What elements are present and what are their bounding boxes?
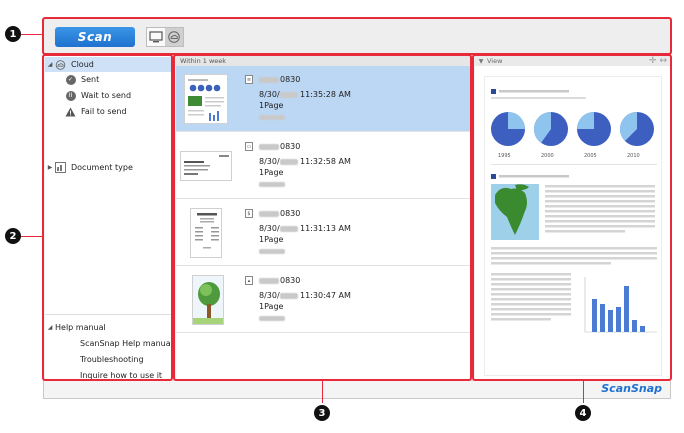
- warning-icon: [65, 107, 76, 117]
- document-thumbnail: [184, 74, 228, 124]
- tree-item-document-type[interactable]: ▶ Document type: [45, 160, 174, 175]
- item-name-suffix: 0830: [280, 75, 301, 84]
- item-page-count: 1Page: [259, 101, 284, 110]
- collapse-arrow-icon[interactable]: ◢: [45, 61, 55, 68]
- callout-leader: [322, 381, 323, 403]
- item-date-prefix: 8/30/: [259, 157, 280, 166]
- help-link-label[interactable]: Inquire how to use it: [80, 371, 162, 380]
- content-list-item[interactable]: $ 0830 8/30/ 11:31:13 AM 1Page: [176, 200, 473, 266]
- tree-item-label: Cloud: [71, 60, 94, 69]
- document-type-icon: [55, 162, 66, 173]
- scan-button[interactable]: Scan: [55, 27, 135, 47]
- redacted-year: [280, 226, 298, 232]
- toolbar: Scan: [44, 19, 670, 55]
- redacted-name: [259, 211, 279, 217]
- help-manual-title: Help manual: [55, 323, 106, 332]
- content-list-item[interactable]: ≡ 0830 8/30/ 11:35:28 AM 1Page: [176, 66, 473, 132]
- help-link-troubleshooting[interactable]: Troubleshooting: [45, 352, 174, 367]
- content-list-item[interactable]: ▴ 0830 8/30/ 11:30:47 AM 1Page: [176, 267, 473, 333]
- collapse-arrow-icon[interactable]: ◢: [45, 324, 55, 331]
- tree-item-fail-to-send[interactable]: Fail to send: [45, 104, 174, 119]
- item-date-prefix: 8/30/: [259, 291, 280, 300]
- item-page-count: 1Page: [259, 168, 284, 177]
- document-preview-graphic: [491, 89, 657, 333]
- expand-viewer-icon[interactable]: ✛ ↔: [649, 56, 667, 66]
- item-date-prefix: 8/30/: [259, 90, 280, 99]
- callout-3: 3: [314, 405, 330, 421]
- cloud-view-button[interactable]: [165, 28, 183, 46]
- redacted-year: [280, 92, 298, 98]
- item-time: 11:32:58 AM: [300, 157, 351, 166]
- computer-view-button[interactable]: [147, 28, 165, 46]
- item-name-suffix: 0830: [280, 276, 301, 285]
- chart-year-label: 2005: [584, 153, 597, 159]
- tree-item-label: Sent: [81, 75, 100, 84]
- tree-item-cloud[interactable]: ◢ Cloud: [45, 57, 174, 72]
- item-date-prefix: 8/30/: [259, 224, 280, 233]
- item-name-suffix: 0830: [280, 142, 301, 151]
- callout-1: 1: [5, 26, 21, 42]
- item-name-suffix: 0830: [280, 209, 301, 218]
- redacted-location: [259, 249, 285, 254]
- callout-leader: [583, 381, 584, 403]
- chart-year-label: 2010: [627, 153, 640, 159]
- item-time: 11:35:28 AM: [300, 90, 351, 99]
- item-page-count: 1Page: [259, 302, 284, 311]
- group-header: Within 1 week: [176, 56, 473, 66]
- help-separator: [45, 314, 174, 315]
- callout-4: 4: [575, 405, 591, 421]
- viewer-header: ▼ View ✛ ↔: [475, 56, 671, 66]
- cloud-icon: [168, 31, 180, 43]
- callout-leader: [20, 34, 43, 35]
- redacted-year: [280, 159, 298, 165]
- redacted-location: [259, 115, 285, 120]
- document-preview: 1995 2000 2005 2010: [484, 76, 662, 376]
- cloud-check-icon: ✓: [65, 74, 76, 85]
- tree-item-label: Wait to send: [81, 91, 132, 100]
- help-link-label[interactable]: Troubleshooting: [80, 355, 144, 364]
- receipt-type-icon: $: [245, 209, 253, 218]
- chart-year-label: 2000: [541, 153, 554, 159]
- tree-item-wait-to-send[interactable]: II Wait to send: [45, 88, 174, 103]
- redacted-name: [259, 77, 279, 83]
- redacted-name: [259, 144, 279, 150]
- viewer-pane: ▼ View ✛ ↔ 1995 2000 2005 2010: [475, 56, 671, 381]
- pause-icon: II: [65, 90, 76, 101]
- tree-item-label: Document type: [71, 163, 133, 172]
- business-card-thumbnail: [180, 151, 232, 181]
- callout-2: 2: [5, 228, 21, 244]
- redacted-location: [259, 182, 285, 187]
- photo-thumbnail: [192, 275, 224, 325]
- scansnap-logo: ScanSnap: [601, 382, 662, 395]
- item-page-count: 1Page: [259, 235, 284, 244]
- receipt-thumbnail: [190, 208, 222, 258]
- collapse-arrow-icon[interactable]: ▼: [475, 58, 487, 65]
- status-bar: ScanSnap: [44, 380, 670, 398]
- expand-arrow-icon[interactable]: ▶: [45, 164, 55, 171]
- pie-1995: [491, 112, 525, 146]
- viewer-header-label: View: [487, 57, 503, 65]
- chart-year-label: 1995: [498, 153, 511, 159]
- scansnap-home-window: Scan ◢ Cloud ✓ Sent II Wait to send Fail…: [43, 18, 671, 399]
- navigation-pane: ◢ Cloud ✓ Sent II Wait to send Fail to s…: [45, 56, 174, 381]
- redacted-name: [259, 278, 279, 284]
- help-link-scansnap-manual[interactable]: ScanSnap Help manual: [45, 336, 174, 351]
- redacted-year: [280, 293, 298, 299]
- document-type-icon: ≡: [245, 75, 253, 84]
- photo-type-icon: ▴: [245, 276, 253, 285]
- help-link-label[interactable]: ScanSnap Help manual: [80, 339, 173, 348]
- content-list-pane: Within 1 week ≡ 0830 8/30/ 11:35:28 AM 1…: [176, 56, 473, 381]
- computer-icon: [149, 31, 163, 43]
- callout-leader: [20, 236, 43, 237]
- content-list-item[interactable]: ▭ 0830 8/30/ 11:32:58 AM 1Page: [176, 133, 473, 199]
- redacted-location: [259, 316, 285, 321]
- tree-item-sent[interactable]: ✓ Sent: [45, 72, 174, 87]
- item-time: 11:30:47 AM: [300, 291, 351, 300]
- help-manual-header[interactable]: ◢ Help manual: [45, 320, 174, 335]
- cloud-icon: [55, 59, 66, 70]
- view-mode-toggle[interactable]: [146, 27, 184, 47]
- business-card-type-icon: ▭: [245, 142, 253, 151]
- item-time: 11:31:13 AM: [300, 224, 351, 233]
- tree-item-label: Fail to send: [81, 107, 127, 116]
